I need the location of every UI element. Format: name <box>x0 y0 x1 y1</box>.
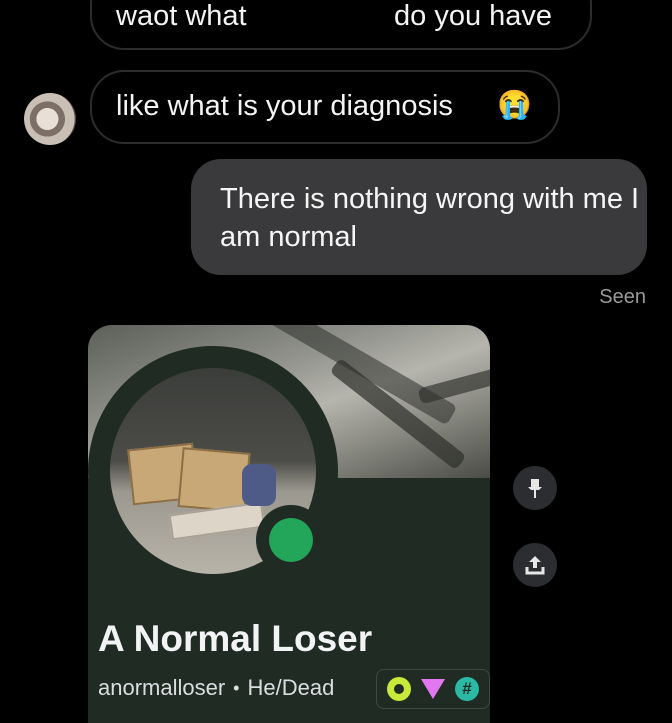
profile-card[interactable]: A Normal Loser anormalloser • He/Dead # <box>88 325 490 723</box>
share-button[interactable] <box>513 543 557 587</box>
pin-icon <box>528 479 542 498</box>
profile-handle-row: anormalloser • He/Dead <box>98 675 334 701</box>
online-status-icon <box>269 518 313 562</box>
seen-status: Seen <box>599 286 646 308</box>
crying-emoji-icon: 😭 <box>497 89 532 120</box>
nitro-badge-icon[interactable] <box>387 677 411 701</box>
gem-badge-icon[interactable] <box>421 679 445 699</box>
profile-username: anormalloser <box>98 675 226 700</box>
hashtag-badge-icon[interactable]: # <box>455 677 479 701</box>
message-text-right: do you have <box>394 0 553 32</box>
sender-avatar[interactable] <box>24 93 76 145</box>
profile-pronouns: He/Dead <box>247 675 335 700</box>
pin-button[interactable] <box>513 466 557 510</box>
share-icon <box>525 556 545 575</box>
message-text-left: waot what <box>116 0 247 32</box>
sent-message-text: There is nothing wrong with me I am norm… <box>220 183 640 253</box>
badge-list: # <box>376 669 490 709</box>
separator-dot: • <box>233 677 240 698</box>
profile-display-name: A Normal Loser <box>98 618 373 659</box>
received-message-text: like what is your diagnosis <box>116 90 453 122</box>
